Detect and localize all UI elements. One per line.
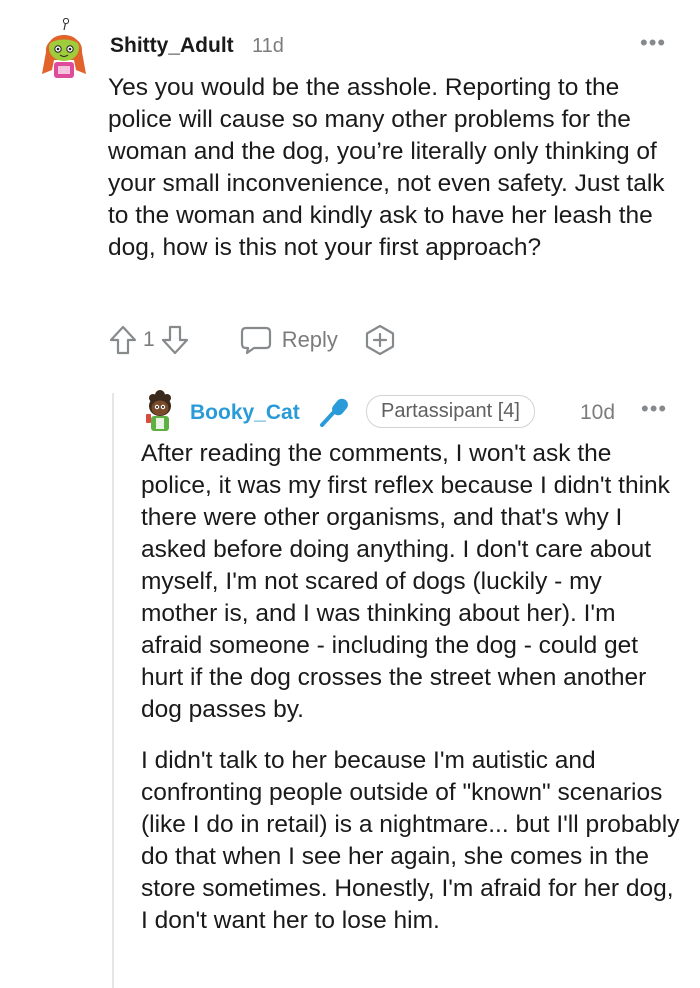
reply-paragraph: I didn't talk to her because I'm autisti… bbox=[141, 747, 680, 934]
comment-body: Yes you would be the asshole. Reporting … bbox=[108, 74, 665, 261]
avatar[interactable] bbox=[142, 388, 178, 432]
microphone-icon bbox=[320, 398, 348, 427]
avatar[interactable] bbox=[36, 18, 92, 80]
more-options-icon[interactable]: ••• bbox=[640, 30, 666, 56]
comment-timestamp: 11d bbox=[252, 35, 284, 57]
user-flair-badge: Partassipant [4] bbox=[366, 395, 535, 428]
reply-timestamp: 10d bbox=[580, 401, 616, 424]
reply-button[interactable]: Reply bbox=[240, 325, 338, 355]
reply-username[interactable]: Booky_Cat bbox=[190, 401, 300, 425]
award-plus-icon[interactable] bbox=[364, 324, 396, 356]
more-options-icon[interactable]: ••• bbox=[641, 396, 667, 422]
comment-actions: 1 Reply bbox=[108, 320, 396, 360]
downvote-icon[interactable] bbox=[160, 323, 190, 357]
upvote-icon[interactable] bbox=[108, 323, 138, 357]
reply-body: After reading the comments, I won't ask … bbox=[141, 438, 681, 956]
thread-line[interactable] bbox=[112, 393, 114, 988]
comment-username[interactable]: Shitty_Adult bbox=[110, 34, 234, 58]
reply-label: Reply bbox=[281, 327, 338, 352]
comment-bubble-icon bbox=[240, 326, 271, 355]
vote-score: 1 bbox=[143, 328, 155, 351]
reply-paragraph: After reading the comments, I won't ask … bbox=[141, 440, 670, 723]
